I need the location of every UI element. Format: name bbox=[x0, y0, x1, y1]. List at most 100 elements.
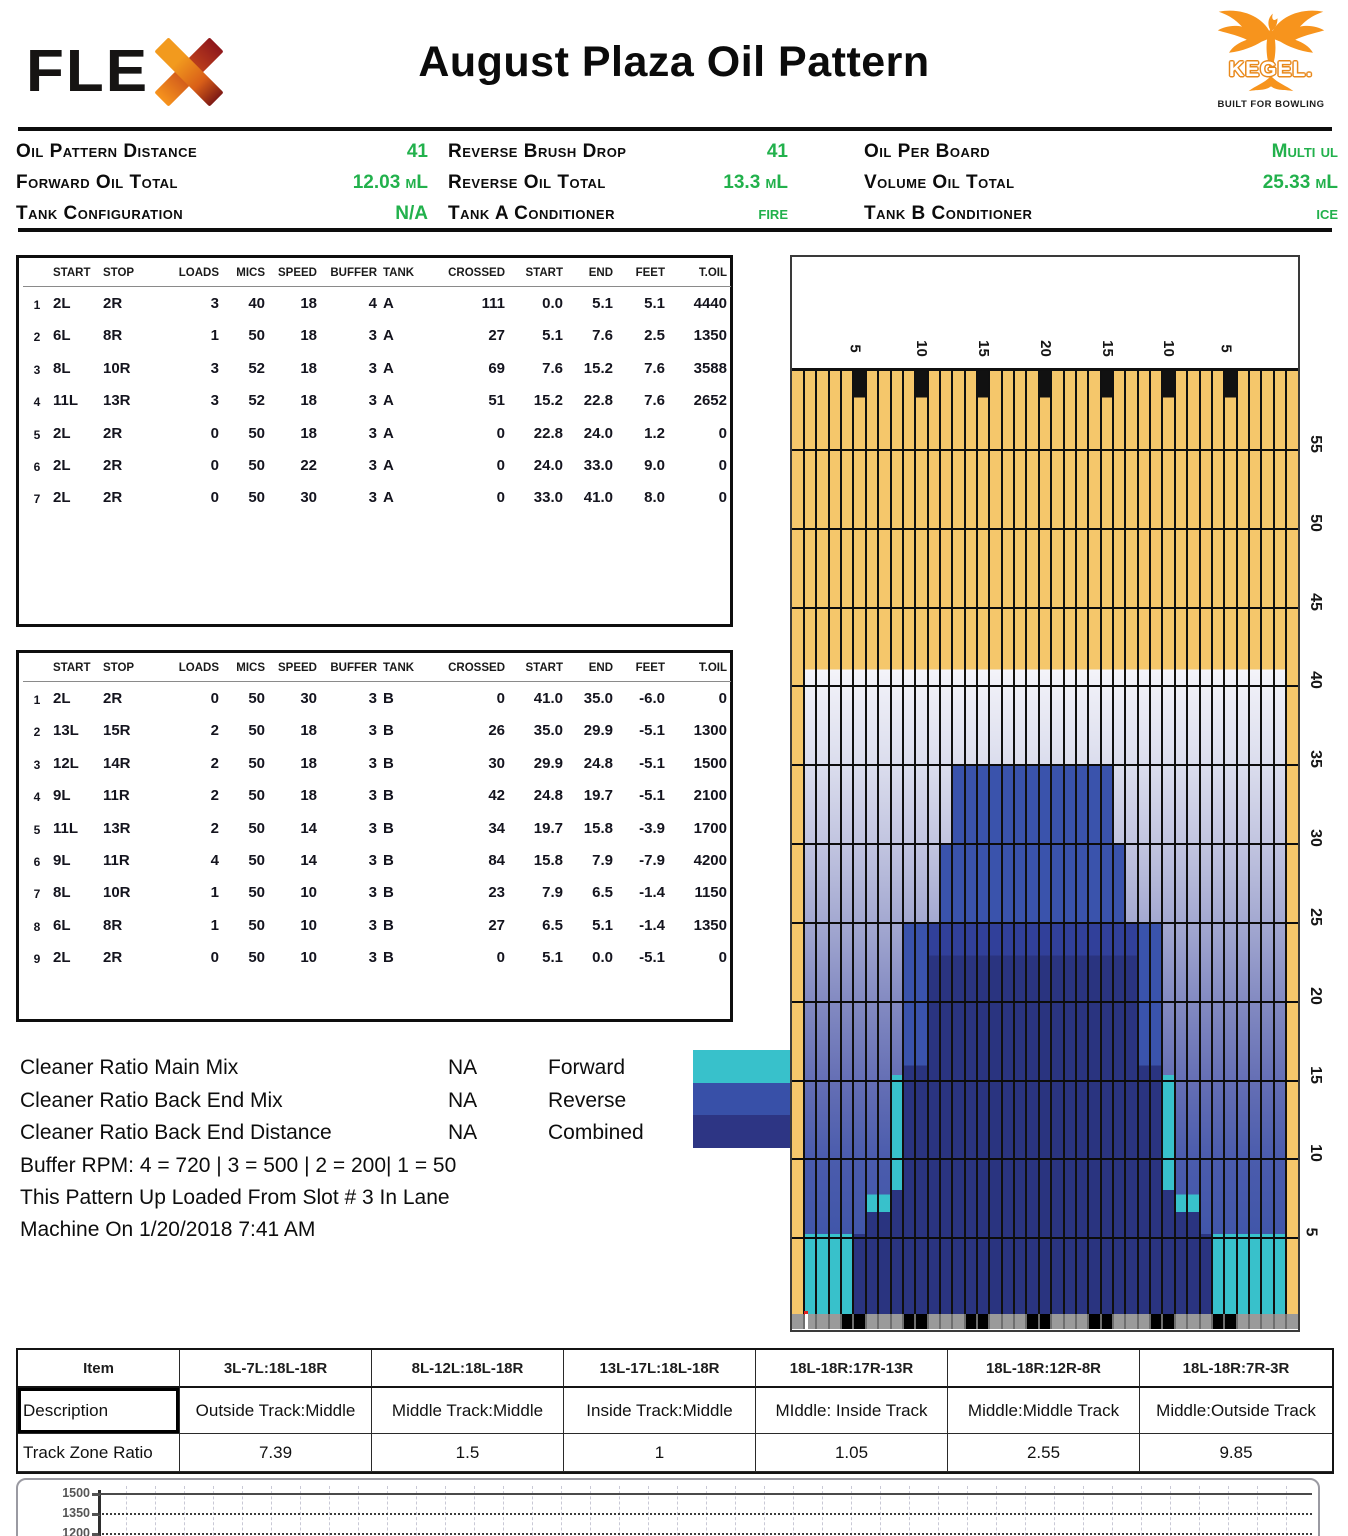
reverse-row-cell: 12L bbox=[51, 747, 101, 779]
reverse-row-cell: 18 bbox=[269, 714, 321, 746]
forward-row-cell: 22.8 bbox=[567, 384, 617, 416]
reverse-row-cell: 0 bbox=[167, 941, 223, 973]
reverse-row-cell: 5 bbox=[23, 812, 51, 844]
strip-cell bbox=[867, 1314, 877, 1329]
reverse-row-cell: -5.1 bbox=[617, 941, 669, 973]
feet-axis-label: 15 bbox=[1306, 1066, 1324, 1084]
cleaner-ratio-row: Cleaner Ratio Back End MixNAReverse bbox=[20, 1085, 686, 1118]
kegel-logo: KEGEL. BUILT FOR BOWLING bbox=[1212, 2, 1330, 110]
strip-cell bbox=[1163, 1314, 1173, 1329]
forward-row-cell: 3 bbox=[321, 481, 381, 513]
forward-row-cell: 2L bbox=[51, 449, 101, 481]
notes-block: Cleaner Ratio Main MixNAForwardCleaner R… bbox=[20, 1052, 686, 1246]
column-header: LOADS bbox=[167, 657, 223, 682]
reverse-row-cell: 50 bbox=[223, 812, 269, 844]
reverse-row-cell: 11R bbox=[101, 779, 167, 811]
forward-row-cell: 8.0 bbox=[617, 481, 669, 513]
column-header: SPEED bbox=[269, 262, 321, 287]
forward-row-cell: 1 bbox=[167, 319, 223, 351]
reverse-row-cell: 41.0 bbox=[509, 682, 567, 714]
forward-row-cell: 22.8 bbox=[509, 417, 567, 449]
forward-row-cell: 5.1 bbox=[509, 319, 567, 351]
reverse-row-cell: B bbox=[381, 909, 435, 941]
column-header: BUFFER bbox=[321, 262, 381, 287]
reverse-row-cell: 3 bbox=[321, 682, 381, 714]
forward-row-cell: 7.6 bbox=[567, 319, 617, 351]
feet-axis-label: 40 bbox=[1306, 671, 1324, 689]
reverse-row-cell: 15R bbox=[101, 714, 167, 746]
reverse-row-cell: 14R bbox=[101, 747, 167, 779]
reverse-row-cell: 3 bbox=[321, 714, 381, 746]
strip-marker-white bbox=[805, 1314, 808, 1329]
reverse-row-cell: 30 bbox=[435, 747, 509, 779]
reverse-row-cell: 5.1 bbox=[509, 941, 567, 973]
strip-cell bbox=[1238, 1314, 1248, 1329]
reverse-row-cell: 13R bbox=[101, 812, 167, 844]
strip-cell bbox=[854, 1314, 864, 1329]
reverse-row-cell: 11R bbox=[101, 844, 167, 876]
reverse-row-cell: 1150 bbox=[669, 876, 731, 908]
strip-cell bbox=[879, 1314, 889, 1329]
kegel-logo-tagline: BUILT FOR BOWLING bbox=[1212, 99, 1330, 110]
summary-label: Reverse Oil Total bbox=[448, 172, 606, 194]
mini-chart-gridline bbox=[98, 1513, 1312, 1515]
reverse-row-cell: 6.5 bbox=[509, 909, 567, 941]
reverse-pass-table: STARTSTOPLOADSMICSSPEEDBUFFERTANKCROSSED… bbox=[16, 650, 733, 1022]
forward-row-cell: 6L bbox=[51, 319, 101, 351]
mini-chart-y-label: 1200 bbox=[56, 1526, 90, 1536]
reverse-row-cell: 6L bbox=[51, 909, 101, 941]
forward-row-cell: 2 bbox=[23, 319, 51, 351]
forward-row-cell: 50 bbox=[223, 417, 269, 449]
forward-row-cell: 0 bbox=[167, 417, 223, 449]
reverse-row-cell: -5.1 bbox=[617, 714, 669, 746]
column-header: MICS bbox=[223, 657, 269, 682]
zone-description-cell: Middle:Outside Track bbox=[1140, 1388, 1332, 1434]
forward-row-cell: 0 bbox=[435, 481, 509, 513]
reverse-row-cell: 0 bbox=[669, 682, 731, 714]
forward-row-cell: 4440 bbox=[669, 287, 731, 319]
forward-row-cell: 1 bbox=[23, 287, 51, 319]
cleaner-ratio-label: Cleaner Ratio Main Mix bbox=[20, 1056, 448, 1080]
summary-cell: Reverse Oil Total13.3 mL bbox=[448, 167, 788, 198]
strip-cell bbox=[1201, 1314, 1211, 1329]
reverse-row-cell: 50 bbox=[223, 941, 269, 973]
reverse-row-cell: B bbox=[381, 844, 435, 876]
strip-cell bbox=[1250, 1314, 1260, 1329]
reverse-row-cell: 7.9 bbox=[567, 844, 617, 876]
reverse-row-cell: -7.9 bbox=[617, 844, 669, 876]
reverse-row-cell: 2R bbox=[101, 682, 167, 714]
cleaner-ratio-row: Cleaner Ratio Main MixNAForward bbox=[20, 1052, 686, 1085]
column-header: FEET bbox=[617, 262, 669, 287]
reverse-row-cell: 5.1 bbox=[567, 909, 617, 941]
five-foot-gridline bbox=[792, 607, 1298, 609]
forward-row-cell: 0 bbox=[435, 449, 509, 481]
forward-row-cell: 0 bbox=[669, 417, 731, 449]
reverse-row-cell: 29.9 bbox=[509, 747, 567, 779]
summary-cell: Forward Oil Total12.03 mL bbox=[16, 167, 428, 198]
forward-row-cell: A bbox=[381, 481, 435, 513]
forward-row-cell: A bbox=[381, 417, 435, 449]
reverse-row-cell: 18 bbox=[269, 747, 321, 779]
column-header: START bbox=[509, 657, 567, 682]
forward-row-cell: 5.1 bbox=[567, 287, 617, 319]
zone-ratio-cell: 1 bbox=[564, 1434, 756, 1472]
reverse-row-cell: 3 bbox=[321, 876, 381, 908]
summary-value: 41 bbox=[767, 141, 788, 163]
strip-cell bbox=[892, 1314, 902, 1329]
strip-cell bbox=[1027, 1314, 1037, 1329]
flex-logo-x-icon bbox=[155, 39, 221, 105]
reverse-row-cell: 0 bbox=[669, 941, 731, 973]
strip-cell bbox=[1089, 1314, 1099, 1329]
reverse-row-cell: 10R bbox=[101, 876, 167, 908]
forward-row-cell: 33.0 bbox=[567, 449, 617, 481]
mini-chart-gridline bbox=[98, 1533, 1312, 1535]
forward-row-cell: 2R bbox=[101, 287, 167, 319]
forward-row-cell: 4 bbox=[23, 384, 51, 416]
track-zone-ratio-table: Item3L-7L:18L-18R8L-12L:18L-18R13L-17L:1… bbox=[16, 1348, 1334, 1474]
forward-row-cell: 0 bbox=[669, 481, 731, 513]
strip-edge bbox=[792, 1314, 803, 1329]
forward-row-cell: 3 bbox=[23, 352, 51, 384]
strip-cell bbox=[1065, 1314, 1075, 1329]
forward-row-cell: 4 bbox=[321, 287, 381, 319]
summary-value: ice bbox=[1316, 203, 1338, 225]
